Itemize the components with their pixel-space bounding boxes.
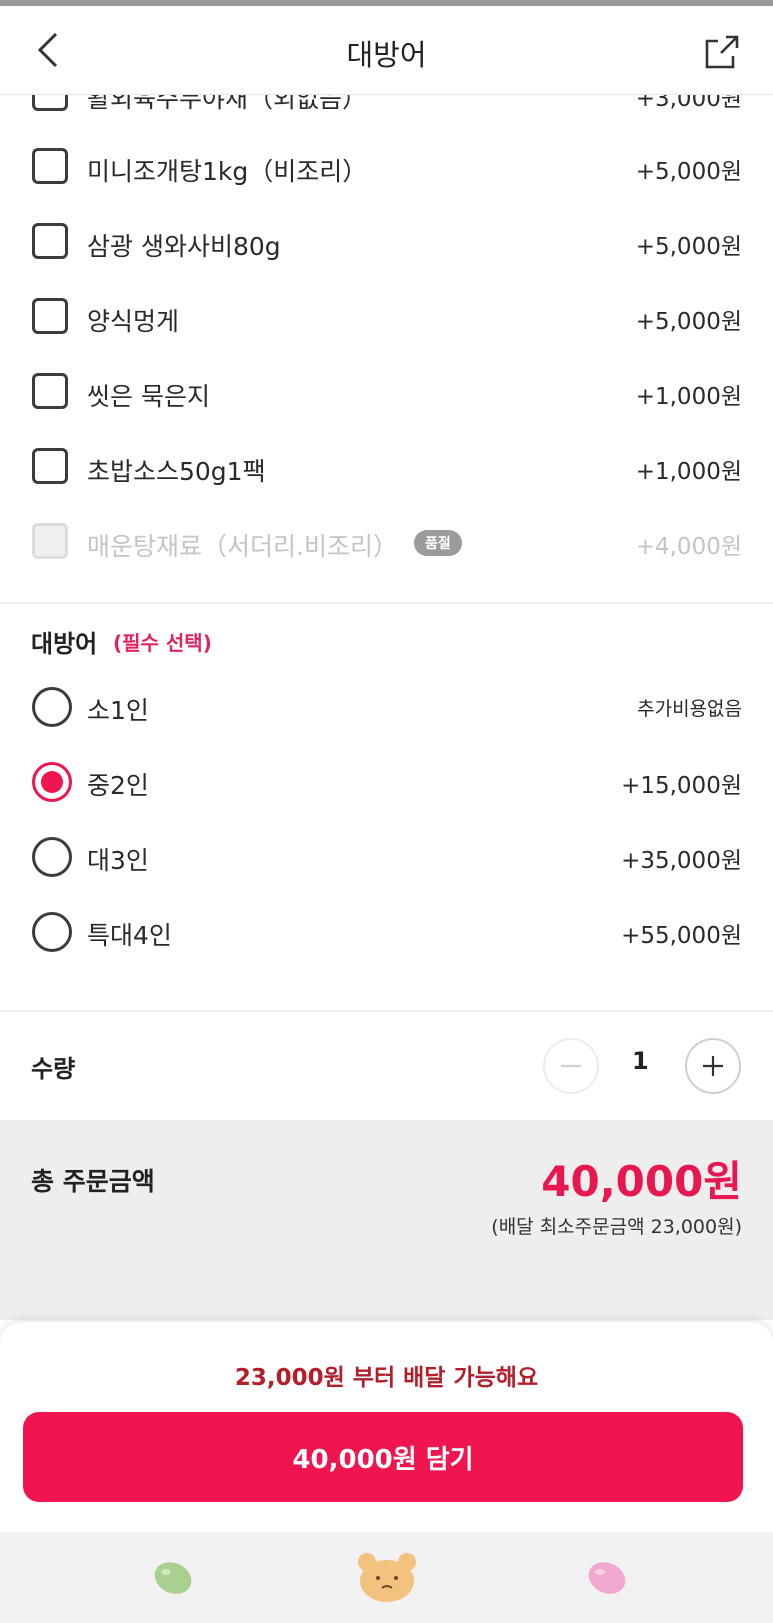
page-title: 대방어: [346, 38, 427, 72]
total-price: 40,000원: [541, 1157, 742, 1206]
total-label: 총 주문금액: [31, 1167, 155, 1196]
size-label: 중2인: [87, 771, 149, 800]
delivery-minimum-notice: 23,000원 부터 배달 가능해요: [234, 1365, 539, 1391]
option-price: +1,000원: [635, 384, 742, 410]
option-label: 씻은 묵은지: [87, 382, 210, 411]
quantity-value: 1: [632, 1047, 649, 1075]
section-divider: [0, 1010, 773, 1012]
size-choice-row[interactable]: 대3인 +35,000원: [0, 834, 773, 884]
options-scroll-area[interactable]: 활외육주무야채（외없음） +3,000원 미니조개탕1kg（비조리） +5,00…: [0, 94, 773, 1120]
option-price: +1,000원: [635, 459, 742, 485]
size-section-title: 대방어: [31, 630, 98, 658]
size-radio-selected[interactable]: [32, 762, 72, 802]
required-tag: (필수 선택): [113, 631, 212, 655]
size-label: 특대4인: [87, 921, 172, 950]
option-price: +3,000원: [635, 94, 742, 112]
share-icon[interactable]: [702, 32, 742, 72]
option-checkbox-disabled: [32, 523, 68, 559]
size-choice-row[interactable]: 소1인 추가비용없음: [0, 684, 773, 734]
quantity-decrease-button[interactable]: [543, 1038, 599, 1094]
add-to-cart-button[interactable]: 40,000원 담기: [23, 1412, 743, 1502]
bean-pink-icon[interactable]: [584, 1556, 630, 1600]
bear-face-icon[interactable]: [356, 1550, 418, 1604]
option-label: 활외육주무야채（외없음）: [87, 94, 368, 113]
option-row[interactable]: 초밥소스50g1팩 +1,000원: [0, 445, 773, 495]
option-checkbox[interactable]: [32, 148, 68, 184]
option-checkbox[interactable]: [32, 223, 68, 259]
size-price: 추가비용없음: [637, 698, 742, 720]
soldout-badge: 품절: [414, 530, 462, 556]
option-price: +5,000원: [635, 309, 742, 335]
add-to-cart-label: 40,000원 담기: [292, 1444, 474, 1475]
bottom-nav-bar: [0, 1532, 773, 1623]
size-price: +15,000원: [621, 773, 742, 799]
size-label: 소1인: [87, 696, 149, 725]
option-price: +4,000원: [635, 534, 742, 560]
quantity-label: 수량: [31, 1055, 76, 1083]
option-checkbox[interactable]: [32, 94, 68, 111]
minimum-order-note: (배달 최소주문금액 23,000원): [491, 1216, 742, 1238]
bean-green-icon[interactable]: [150, 1556, 196, 1600]
option-label: 삼광 생와사비80g: [87, 232, 281, 261]
size-choice-row[interactable]: 특대4인 +55,000원: [0, 909, 773, 959]
size-price: +55,000원: [621, 923, 742, 949]
option-checkbox[interactable]: [32, 373, 68, 409]
option-row[interactable]: 삼광 생와사비80g +5,000원: [0, 220, 773, 270]
size-radio[interactable]: [32, 912, 72, 952]
option-row-soldout: 매운탕재료（서더리.비조리） 품절 +4,000원: [0, 520, 773, 570]
minus-icon: [561, 1064, 581, 1068]
size-radio[interactable]: [32, 837, 72, 877]
size-label: 대3인: [87, 846, 149, 875]
option-row[interactable]: 미니조개탕1kg（비조리） +5,000원: [0, 145, 773, 195]
option-row[interactable]: 활외육주무야채（외없음） +3,000원: [0, 94, 773, 122]
top-header: 대방어: [0, 6, 773, 95]
size-price: +35,000원: [621, 848, 742, 874]
size-choice-row[interactable]: 중2인 +15,000원: [0, 759, 773, 809]
option-checkbox[interactable]: [32, 298, 68, 334]
option-label: 미니조개탕1kg（비조리）: [87, 157, 368, 186]
option-checkbox[interactable]: [32, 448, 68, 484]
section-divider: [0, 602, 773, 604]
option-label: 매운탕재료（서더리.비조리）: [87, 532, 398, 561]
option-label: 초밥소스50g1팩: [87, 457, 266, 486]
option-price: +5,000원: [635, 234, 742, 260]
plus-icon: [703, 1056, 723, 1076]
option-row[interactable]: 씻은 묵은지 +1,000원: [0, 370, 773, 420]
option-label: 양식멍게: [87, 307, 180, 336]
quantity-increase-button[interactable]: [685, 1038, 741, 1094]
option-price: +5,000원: [635, 159, 742, 185]
size-radio[interactable]: [32, 687, 72, 727]
option-row[interactable]: 양식멍게 +5,000원: [0, 295, 773, 345]
